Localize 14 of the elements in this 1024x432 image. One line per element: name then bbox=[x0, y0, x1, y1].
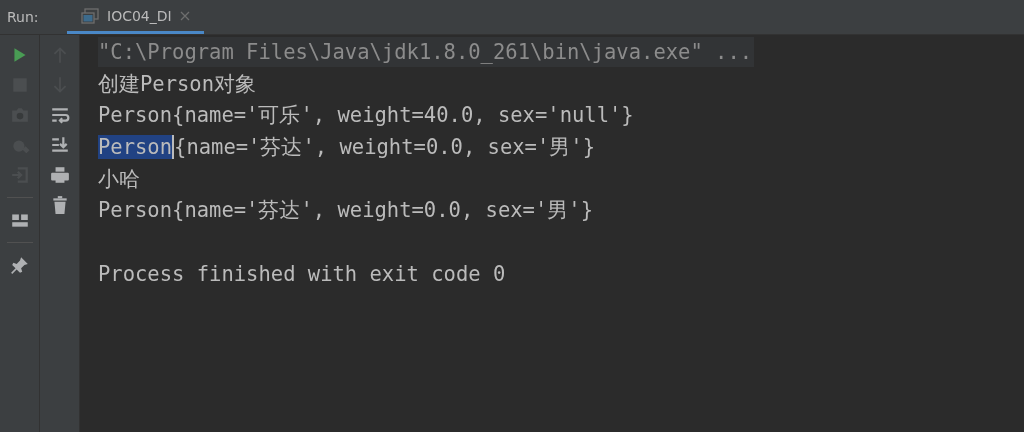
pin-icon[interactable] bbox=[9, 255, 30, 275]
console-line: Person{name='可乐', weight=40.0, sex='null'} bbox=[98, 103, 634, 128]
selected-text: Person bbox=[98, 135, 175, 160]
console-line: 创建Person对象 bbox=[98, 71, 257, 96]
scroll-to-end-icon[interactable] bbox=[49, 135, 70, 155]
console-line: {name='芬达', weight=0.0, sex='男'} bbox=[174, 135, 595, 160]
soft-wrap-icon[interactable] bbox=[49, 105, 70, 125]
console-line: Process finished with exit code 0 bbox=[98, 261, 506, 286]
console-line: Person{name='芬达', weight=0.0, sex='男'} bbox=[98, 198, 593, 223]
console-line: 小哈 bbox=[98, 166, 140, 191]
print-icon[interactable] bbox=[49, 165, 70, 185]
window-icon bbox=[81, 7, 99, 24]
run-label: Run: bbox=[6, 9, 40, 25]
close-icon[interactable] bbox=[179, 10, 190, 21]
